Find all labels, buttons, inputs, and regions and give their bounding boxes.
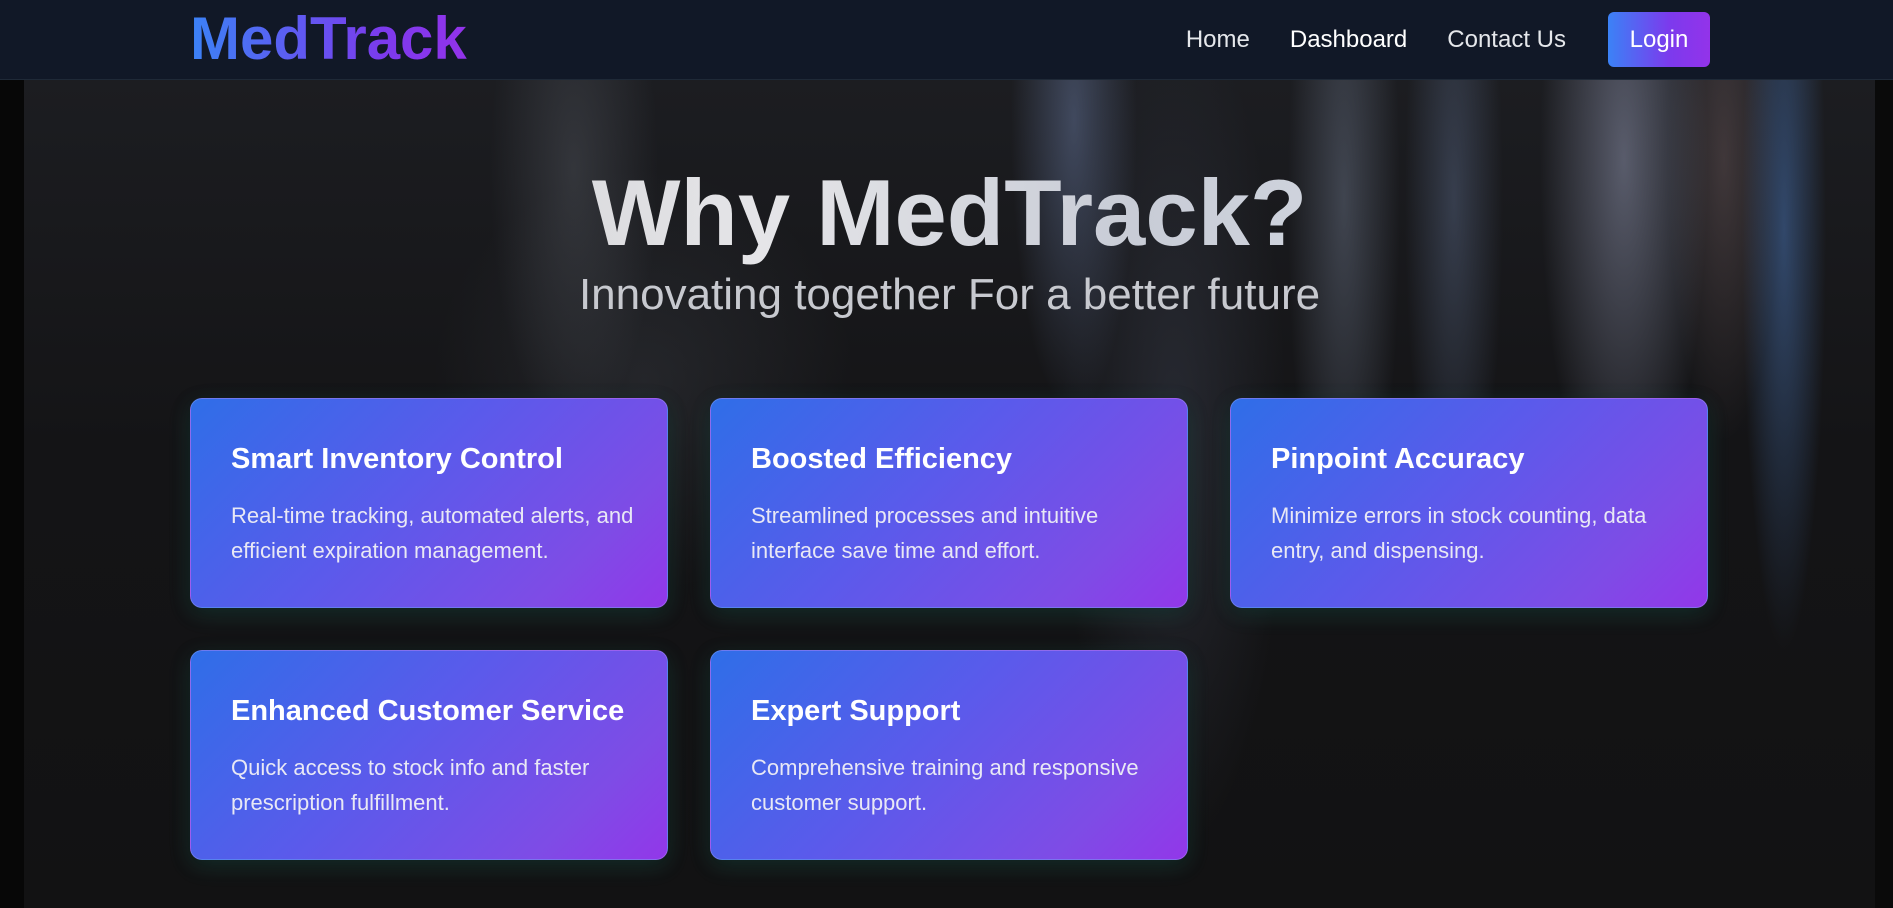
hero-subtitle: Innovating together For a better future xyxy=(578,270,1321,319)
hero-left-edge xyxy=(0,80,24,908)
feature-card-description: Quick access to stock info and faster pr… xyxy=(231,755,590,815)
feature-card-boosted-efficiency: Boosted Efficiency Streamlined processes… xyxy=(710,398,1188,608)
feature-card-description: Minimize errors in stock counting, data … xyxy=(1271,503,1647,563)
nav-links: Home Dashboard Contact Us Login xyxy=(1186,0,1893,79)
feature-card-title: Expert Support xyxy=(751,695,961,727)
hero-section: Why MedTrack? Innovating together For a … xyxy=(24,80,1875,908)
nav-link-home[interactable]: Home xyxy=(1186,26,1250,54)
feature-card-title: Enhanced Customer Service xyxy=(231,695,625,727)
hero-title: Why MedTrack? xyxy=(24,158,1875,268)
nav-link-dashboard[interactable]: Dashboard xyxy=(1290,26,1407,54)
navbar: MedTrack Home Dashboard Contact Us Login xyxy=(0,0,1893,80)
feature-card-pinpoint-accuracy: Pinpoint Accuracy Minimize errors in sto… xyxy=(1230,398,1708,608)
feature-card-smart-inventory-control: Smart Inventory Control Real-time tracki… xyxy=(190,398,668,608)
brand-logo[interactable]: MedTrack xyxy=(190,4,467,74)
feature-card-description: Real-time tracking, automated alerts, an… xyxy=(231,503,634,563)
feature-card-title: Boosted Efficiency xyxy=(751,443,1013,475)
login-button[interactable]: Login xyxy=(1608,12,1710,67)
nav-link-contact-us[interactable]: Contact Us xyxy=(1447,26,1566,54)
feature-card-expert-support: Expert Support Comprehensive training an… xyxy=(710,650,1188,860)
feature-card-title: Pinpoint Accuracy xyxy=(1271,443,1525,475)
hero-right-edge xyxy=(1875,80,1893,908)
feature-card-description: Streamlined processes and intuitive inte… xyxy=(751,503,1099,563)
feature-card-enhanced-customer-service: Enhanced Customer Service Quick access t… xyxy=(190,650,668,860)
page: MedTrack Home Dashboard Contact Us Login… xyxy=(0,0,1893,908)
feature-card-description: Comprehensive training and responsive cu… xyxy=(751,755,1139,815)
feature-card-title: Smart Inventory Control xyxy=(231,443,563,475)
